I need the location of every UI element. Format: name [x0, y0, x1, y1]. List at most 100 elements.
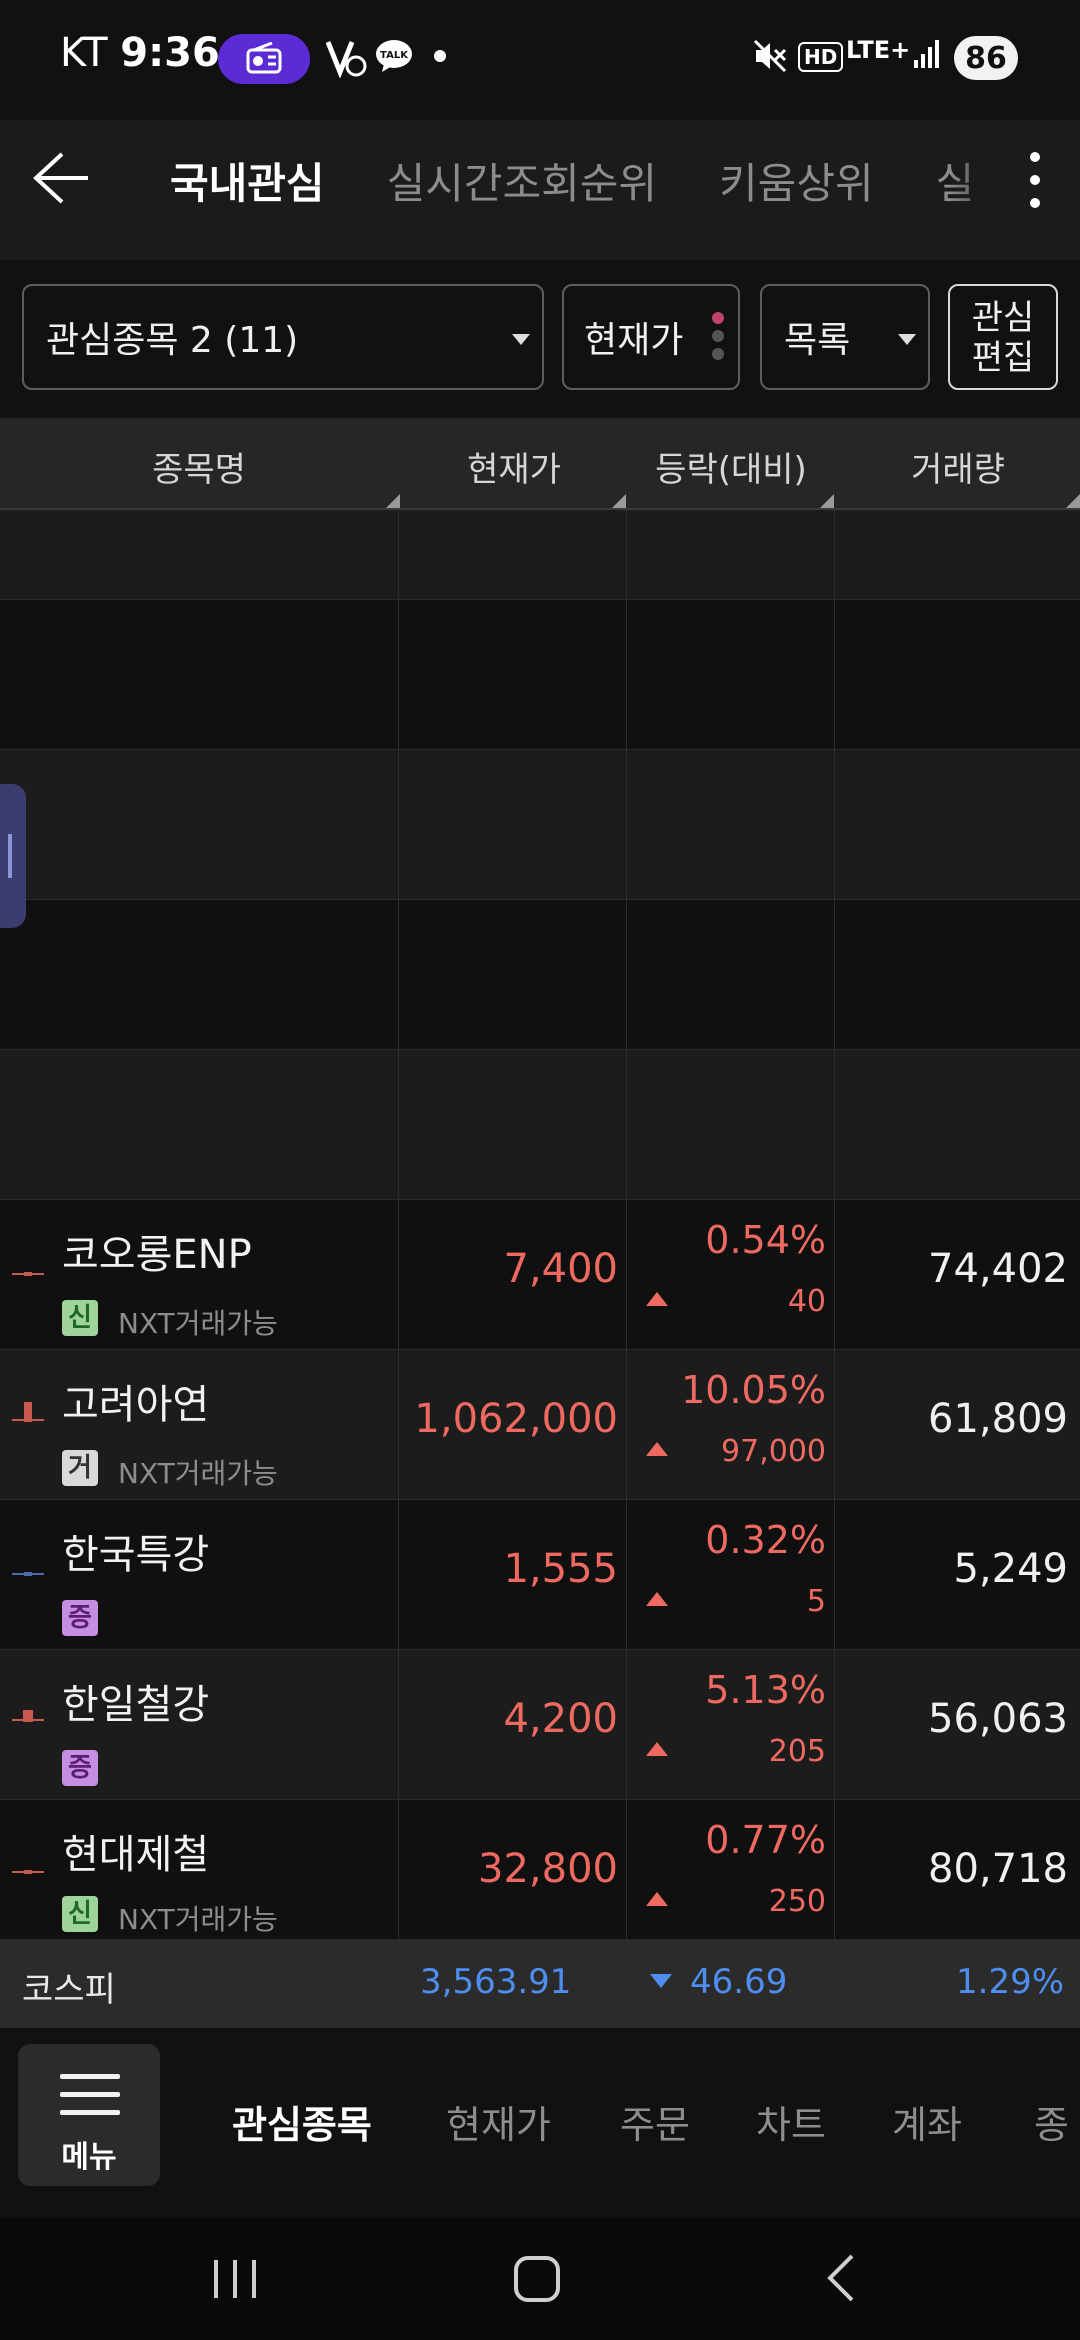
stock-name[interactable]: 한일철강	[62, 1672, 209, 1730]
edit-watchlist-button[interactable]: 관심 편집	[948, 284, 1058, 390]
list-mode-select[interactable]: 목록	[760, 284, 930, 390]
mini-candle-icon	[12, 1266, 44, 1280]
sort-corner-icon	[612, 494, 626, 508]
bottom-nav-current-price[interactable]: 현재가	[446, 2094, 551, 2149]
tab-realtime-ranking[interactable]: 실시간조회순위	[387, 150, 657, 210]
volume: 61,809	[928, 1396, 1068, 1442]
credit-badge: 증	[62, 1600, 98, 1636]
down-arrow-icon	[650, 1974, 672, 1988]
menu-button[interactable]: 메뉴	[18, 2044, 160, 2186]
watchlist-group-label: 관심종목 2 (11)	[46, 320, 299, 361]
side-drawer-handle[interactable]	[0, 784, 26, 928]
signal-icon	[912, 38, 942, 78]
column-header-name[interactable]: 종목명	[0, 442, 398, 491]
change-amount: 250	[768, 1884, 826, 1919]
network-label: LTE+	[846, 36, 911, 64]
column-divider	[834, 510, 835, 1940]
change-percent: 0.32%	[705, 1518, 826, 1562]
chevron-down-icon	[512, 334, 530, 345]
nxt-label: NXT거래가능	[118, 1903, 278, 1936]
notification-dot	[434, 50, 446, 62]
current-price: 1,062,000	[414, 1396, 618, 1442]
view-mode-label: 현재가	[584, 320, 684, 361]
column-header-volume[interactable]: 거래량	[836, 442, 1080, 491]
status-bar: KT 9:36 TALK HD LTE+ 86	[0, 0, 1080, 120]
up-arrow-icon	[646, 1892, 668, 1906]
status-time: KT 9:36	[60, 30, 220, 76]
bottom-nav-watchlist[interactable]: 관심종목	[232, 2094, 372, 2149]
recent-apps-icon[interactable]	[210, 2256, 260, 2306]
edit-label-line2: 편집	[971, 338, 1035, 378]
index-change-percent: 1.29%	[956, 1962, 1065, 2002]
watchlist-group-select[interactable]: 관심종목 2 (11)	[22, 284, 544, 390]
volume: 56,063	[928, 1696, 1068, 1742]
credit-badge: 신	[62, 1896, 98, 1932]
system-back-icon[interactable]	[822, 2252, 858, 2308]
bottom-nav-account[interactable]: 계좌	[892, 2094, 962, 2149]
change-amount: 205	[768, 1734, 826, 1769]
stock-name[interactable]: 코오롱ENP	[62, 1222, 252, 1280]
index-change: 46.69	[690, 1962, 788, 2002]
credit-badge: 신	[62, 1300, 98, 1336]
home-icon[interactable]	[512, 2254, 562, 2308]
column-divider	[626, 510, 627, 1940]
stock-name[interactable]: 현대제철	[62, 1822, 209, 1880]
sort-corner-icon	[820, 494, 834, 508]
hd-badge: HD	[798, 42, 844, 72]
credit-badge: 증	[62, 1750, 98, 1786]
current-price: 4,200	[503, 1696, 618, 1742]
tab-fade	[950, 140, 1010, 220]
stock-name[interactable]: 고려아연	[62, 1372, 209, 1430]
list-mode-label: 목록	[784, 320, 851, 361]
clock: 9:36	[120, 30, 220, 76]
radio-app-icon	[218, 34, 310, 84]
svg-text:TALK: TALK	[380, 50, 409, 61]
hamburger-icon	[60, 2074, 120, 2079]
change-percent: 0.77%	[705, 1818, 826, 1862]
edit-label-line1: 관심	[971, 298, 1035, 338]
change-percent: 0.54%	[705, 1218, 826, 1262]
mini-candle-icon	[12, 1704, 44, 1726]
up-arrow-icon	[646, 1742, 668, 1756]
change-amount: 5	[806, 1584, 826, 1619]
mute-icon	[752, 38, 788, 82]
back-arrow-icon[interactable]	[28, 146, 92, 210]
volume: 80,718	[928, 1846, 1068, 1892]
credit-badge: 거	[62, 1450, 98, 1486]
kakaotalk-icon: TALK	[374, 38, 414, 82]
battery-indicator: 86	[954, 36, 1018, 80]
vpn-icon	[325, 38, 368, 86]
bottom-nav-chart[interactable]: 차트	[756, 2094, 826, 2149]
column-header-change[interactable]: 등락(대비)	[628, 442, 834, 491]
carrier-label: KT	[60, 30, 108, 76]
bottom-nav-order[interactable]: 주문	[620, 2094, 690, 2149]
mini-candle-icon	[12, 1566, 44, 1580]
change-percent: 5.13%	[705, 1668, 826, 1712]
column-header-price[interactable]: 현재가	[400, 442, 628, 491]
tab-domestic-watchlist[interactable]: 국내관심	[170, 150, 325, 210]
nxt-label: NXT거래가능	[118, 1307, 278, 1340]
current-price: 7,400	[503, 1246, 618, 1292]
mini-candle-icon	[12, 1396, 44, 1426]
nxt-label: NXT거래가능	[118, 1457, 278, 1490]
volume: 5,249	[953, 1546, 1068, 1592]
change-percent: 10.05%	[681, 1368, 826, 1412]
mini-candle-icon	[12, 1864, 44, 1878]
empty-row	[0, 510, 1080, 600]
more-vert-icon[interactable]	[1020, 145, 1050, 215]
stock-name[interactable]: 한국특강	[62, 1522, 209, 1580]
empty-row	[0, 900, 1080, 1050]
empty-row	[0, 750, 1080, 900]
up-arrow-icon	[646, 1292, 668, 1306]
empty-row	[0, 1050, 1080, 1200]
sort-corner-icon	[386, 494, 400, 508]
index-name: 코스피	[22, 1970, 116, 2010]
bottom-nav-more[interactable]: 종	[1034, 2094, 1069, 2149]
change-amount: 40	[787, 1284, 826, 1319]
up-arrow-icon	[646, 1592, 668, 1606]
view-options-icon[interactable]	[712, 312, 726, 366]
change-amount: 97,000	[721, 1434, 826, 1469]
tab-kiwoom-top[interactable]: 키움상위	[719, 150, 874, 210]
chevron-down-icon	[898, 334, 916, 345]
category-tabs: 국내관심 실시간조회순위 키움상위 실	[170, 150, 974, 210]
